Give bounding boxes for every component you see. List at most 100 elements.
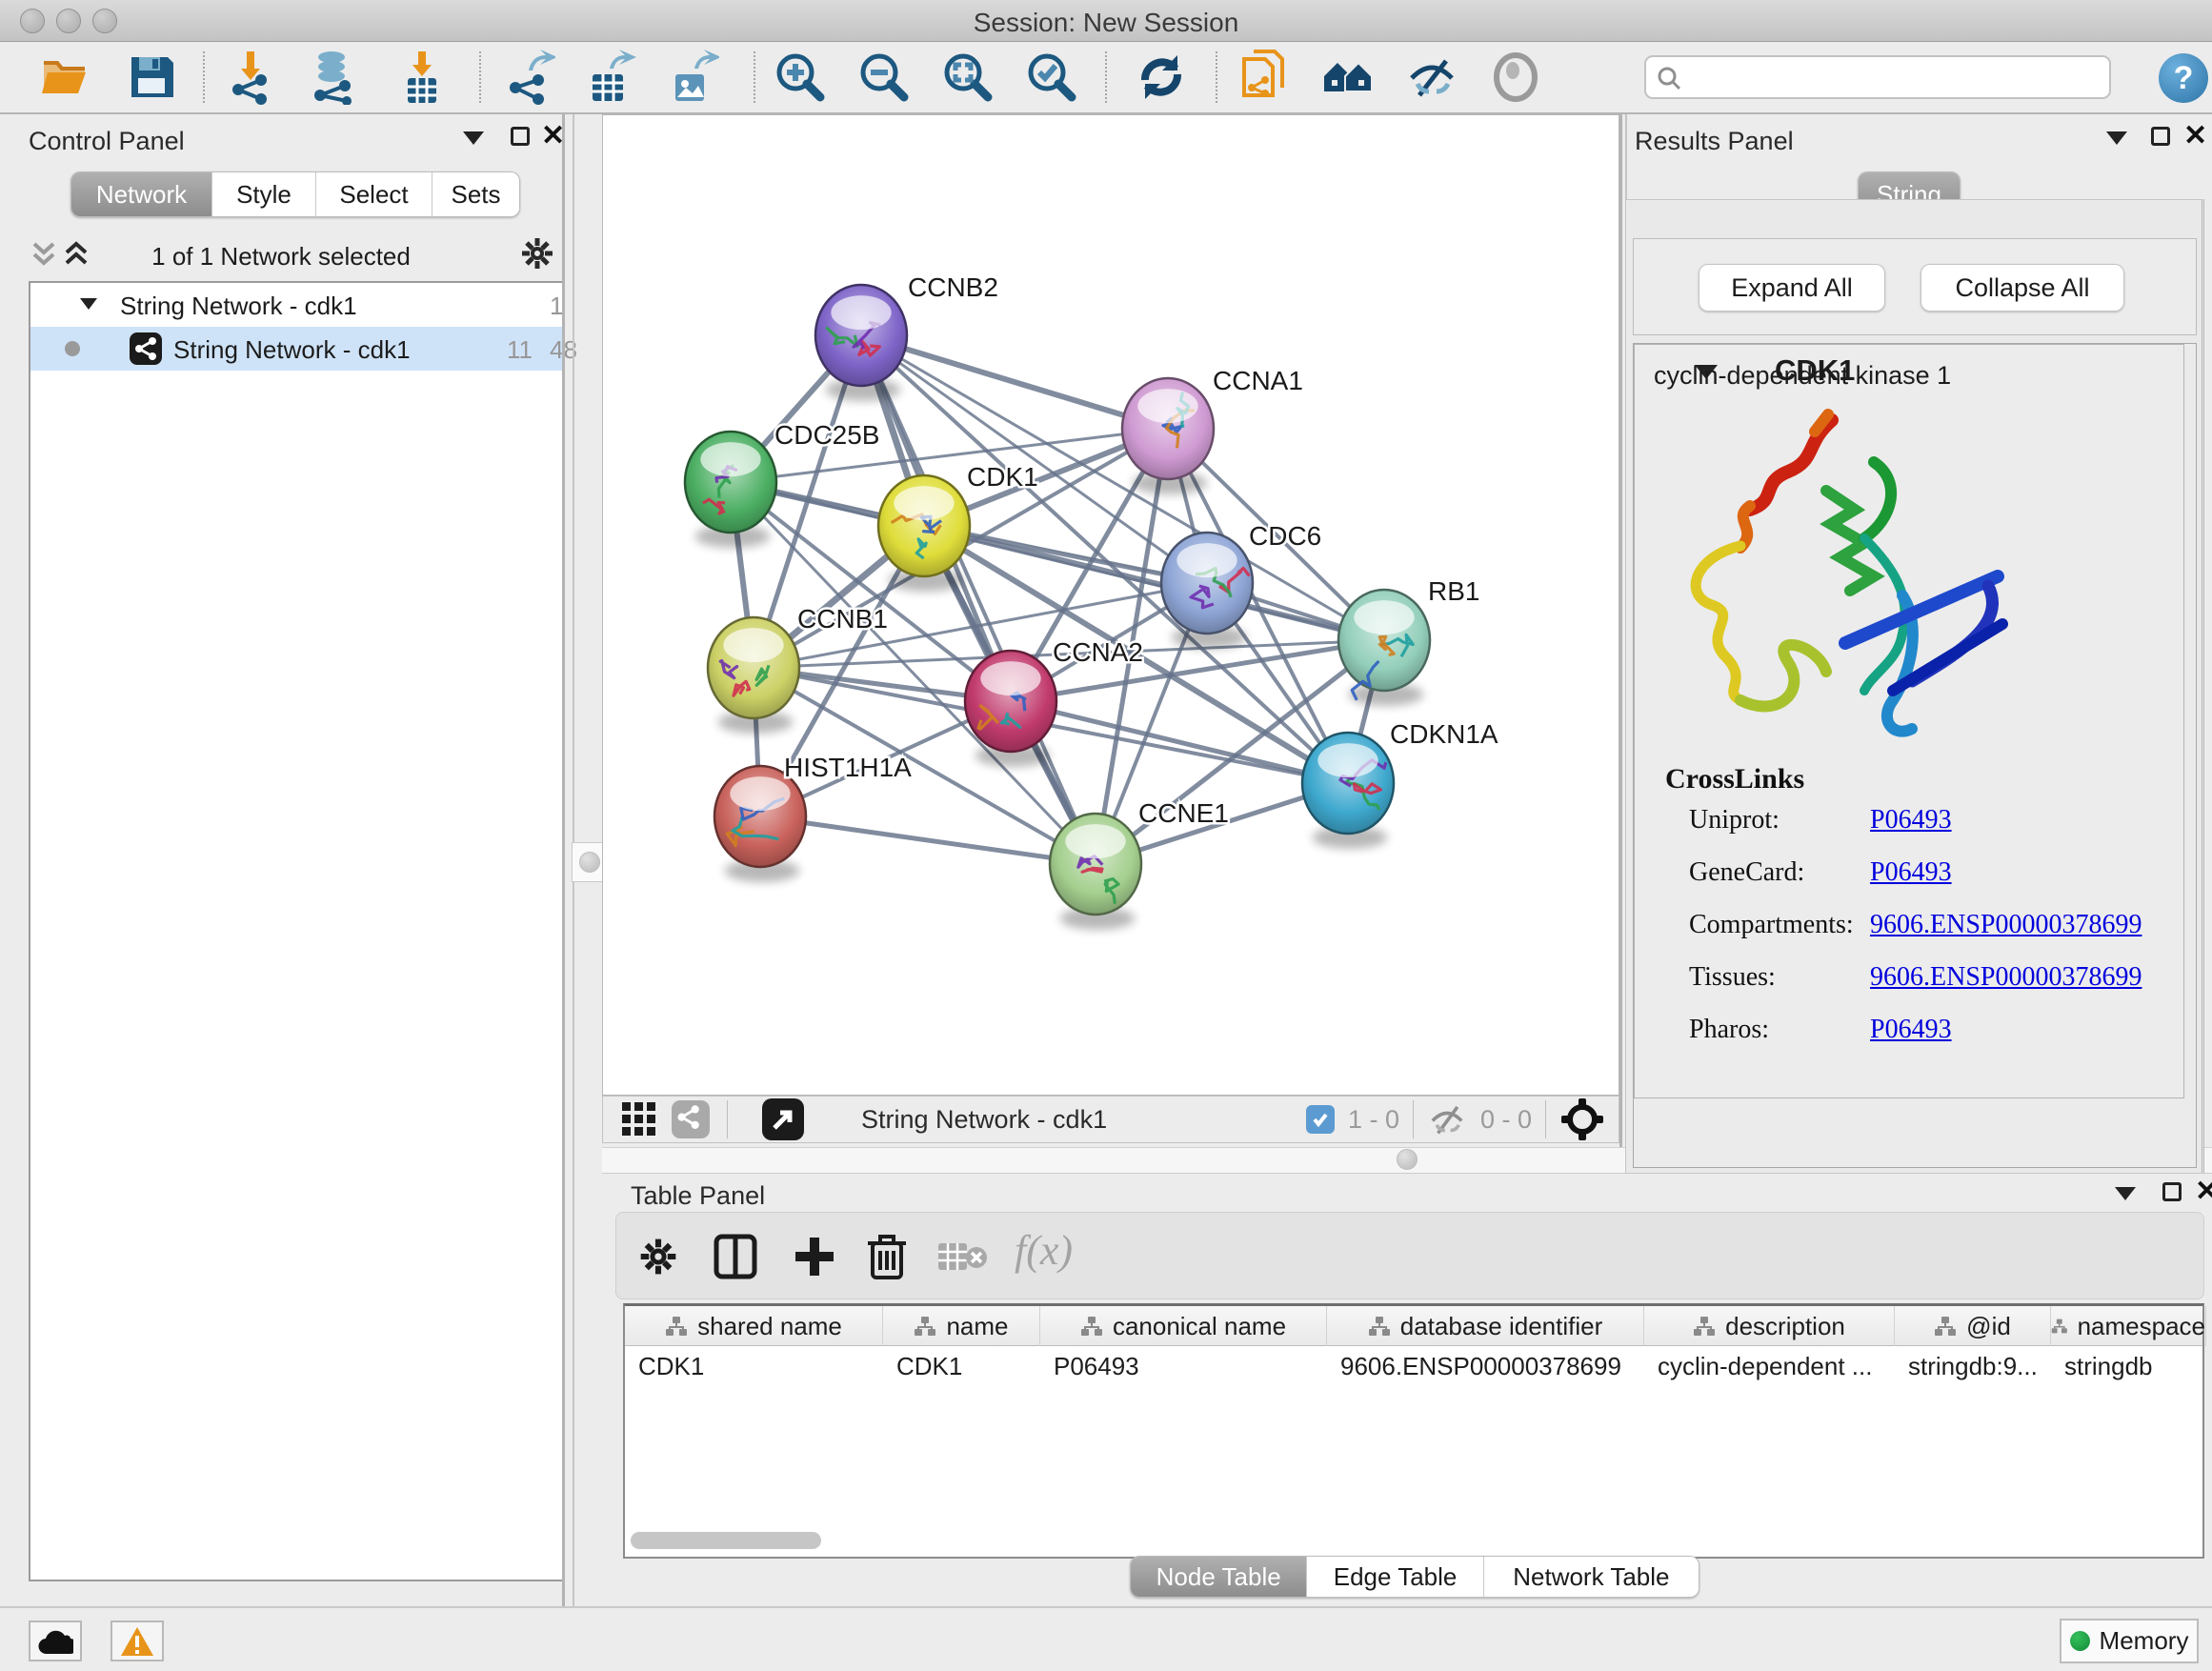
crosslink-link[interactable]: 9606.ENSP00000378699	[1870, 910, 2142, 939]
hide-panel-eye-icon[interactable]	[1404, 50, 1459, 105]
node-CCNA1[interactable]: CCNA1	[1122, 366, 1303, 494]
column-header--id[interactable]: @id	[1895, 1306, 2051, 1346]
export-network-icon[interactable]	[500, 50, 555, 105]
memory-button[interactable]: Memory	[2060, 1619, 2199, 1663]
right-splitter[interactable]	[1619, 114, 1622, 1147]
birdseye-view-icon[interactable]	[762, 1098, 804, 1140]
export-image-icon[interactable]	[664, 50, 719, 105]
results-panel-close-icon[interactable]: ✕	[2183, 126, 2207, 147]
tab-sets[interactable]: Sets	[432, 172, 519, 216]
add-column-icon[interactable]	[792, 1234, 837, 1279]
crosslink-label: Pharos:	[1689, 1015, 1870, 1045]
control-panel-menu-icon[interactable]	[463, 131, 484, 145]
column-header-shared-name[interactable]: shared name	[625, 1306, 883, 1346]
warning-button[interactable]	[111, 1621, 164, 1661]
network-row-selected[interactable]: String Network - cdk1 11 48	[30, 327, 562, 371]
column-header-canonical-name[interactable]: canonical name	[1040, 1306, 1327, 1346]
control-panel-float-icon[interactable]	[511, 127, 530, 146]
export-table-icon[interactable]	[581, 50, 636, 105]
edge-CCNB2-CCNA1[interactable]	[861, 335, 1168, 429]
column-header-database-identifier[interactable]: database identifier	[1327, 1306, 1644, 1346]
zoom-fit-icon[interactable]	[940, 50, 995, 105]
node-table[interactable]: shared namenamecanonical namedatabase id…	[623, 1303, 2204, 1559]
memory-label: Memory	[2100, 1626, 2189, 1656]
edge-HIST1H1A-CCNE1[interactable]	[760, 816, 1096, 864]
column-header-name[interactable]: name	[883, 1306, 1040, 1346]
table-cell[interactable]: CDK1	[883, 1346, 1040, 1386]
eye-icon[interactable]	[1488, 50, 1543, 105]
zoom-selected-icon[interactable]	[1024, 50, 1079, 105]
table-panel-close-icon[interactable]: ✕	[2195, 1181, 2212, 1202]
tab-network-table[interactable]: Network Table	[1484, 1557, 1699, 1597]
results-panel-menu-icon[interactable]	[2106, 131, 2127, 145]
refresh-icon[interactable]	[1134, 50, 1189, 105]
import-table-icon[interactable]	[394, 50, 450, 105]
left-splitter[interactable]	[562, 114, 565, 1606]
table-cell[interactable]: CDK1	[625, 1346, 883, 1386]
cloud-button[interactable]	[29, 1621, 82, 1661]
results-panel-float-icon[interactable]	[2151, 127, 2170, 146]
collection-expand-icon[interactable]	[80, 298, 97, 310]
import-network-icon[interactable]	[223, 50, 278, 105]
share-document-icon[interactable]	[1238, 50, 1294, 105]
table-cell[interactable]: stringdb	[2051, 1346, 2206, 1386]
edge-CCNB2-CCNE1[interactable]	[861, 335, 1096, 864]
table-cell[interactable]: P06493	[1040, 1346, 1327, 1386]
network-share-view-icon[interactable]	[672, 1100, 710, 1138]
help-button[interactable]: ?	[2159, 53, 2208, 103]
table-cell[interactable]: stringdb:9...	[1895, 1346, 2051, 1386]
column-header-description[interactable]: description	[1644, 1306, 1895, 1346]
horizontal-splitter-handle[interactable]	[1397, 1149, 1418, 1170]
node-CCNE1[interactable]: CCNE1	[1050, 798, 1229, 930]
search-input[interactable]	[1644, 55, 2111, 99]
table-settings-icon[interactable]	[637, 1236, 679, 1278]
expand-all-button[interactable]: Expand All	[1699, 264, 1885, 312]
import-database-icon[interactable]	[307, 50, 362, 105]
zoom-out-icon[interactable]	[856, 50, 912, 105]
tab-network[interactable]: Network	[71, 172, 212, 216]
grid-view-icon[interactable]	[620, 1100, 658, 1138]
crosslink-link[interactable]: P06493	[1870, 857, 1952, 887]
node-label-CDK1: CDK1	[967, 462, 1038, 492]
crosslink-link[interactable]: 9606.ENSP00000378699	[1870, 962, 2142, 992]
save-session-icon[interactable]	[124, 50, 179, 105]
table-cell[interactable]: cyclin-dependent ...	[1644, 1346, 1895, 1386]
node-CCNB2[interactable]: CCNB2	[815, 272, 998, 401]
node-CDC25B[interactable]: CDC25B	[685, 420, 879, 548]
string-home-icon[interactable]	[1320, 50, 1376, 105]
table-toolbar: f(x)	[615, 1212, 2204, 1299]
control-panel-tabs: Network Style Select Sets	[70, 171, 520, 217]
table-panel-menu-icon[interactable]	[2115, 1187, 2136, 1200]
delete-column-icon[interactable]	[866, 1232, 908, 1281]
tab-select[interactable]: Select	[316, 172, 432, 216]
tab-node-table[interactable]: Node Table	[1131, 1557, 1307, 1597]
fit-content-crosshair-icon[interactable]	[1559, 1097, 1605, 1142]
clear-table-icon[interactable]	[938, 1241, 988, 1274]
node-CDKN1A[interactable]: CDKN1A	[1302, 719, 1498, 849]
column-header-namespace[interactable]: namespace	[2051, 1306, 2206, 1346]
zoom-in-icon[interactable]	[773, 50, 828, 105]
table-tabs: Node Table Edge Table Network Table	[1130, 1556, 1699, 1598]
node-RB1[interactable]: RB1	[1338, 576, 1479, 706]
crosslink-link[interactable]: P06493	[1870, 1015, 1952, 1044]
tab-style[interactable]: Style	[212, 172, 316, 216]
tab-edge-table[interactable]: Edge Table	[1307, 1557, 1483, 1597]
selected-checkbox-icon[interactable]	[1306, 1105, 1335, 1134]
open-session-icon[interactable]	[38, 50, 93, 105]
main-toolbar: ?	[0, 42, 2212, 114]
toolbar-separator	[203, 51, 205, 103]
network-collection-row[interactable]: String Network - cdk1 1	[30, 283, 562, 327]
columns-icon[interactable]	[714, 1234, 757, 1279]
node-CCNB1[interactable]: CCNB1	[708, 604, 888, 734]
table-cell[interactable]: 9606.ENSP00000378699	[1327, 1346, 1644, 1386]
crosslink-link[interactable]: P06493	[1870, 805, 1952, 835]
collapse-all-button[interactable]: Collapse All	[1920, 264, 2124, 312]
table-panel-float-icon[interactable]	[2162, 1182, 2182, 1201]
node-HIST1H1A[interactable]: HIST1H1A	[714, 753, 912, 882]
crosslink-row: Compartments:9606.ENSP00000378699	[1689, 910, 2142, 940]
function-builder-icon[interactable]: f(x)	[1015, 1226, 1073, 1275]
string-network-graph[interactable]: CCNB2CCNA1CDC25BCDK1CDC6RB1CCNB1CCNA2CDK…	[603, 115, 1619, 1095]
network-options-gear-icon[interactable]	[520, 236, 554, 271]
network-canvas[interactable]: CCNB2CCNA1CDC25BCDK1CDC6RB1CCNB1CCNA2CDK…	[602, 114, 1619, 1096]
table-horizontal-scrollbar[interactable]	[631, 1532, 821, 1549]
